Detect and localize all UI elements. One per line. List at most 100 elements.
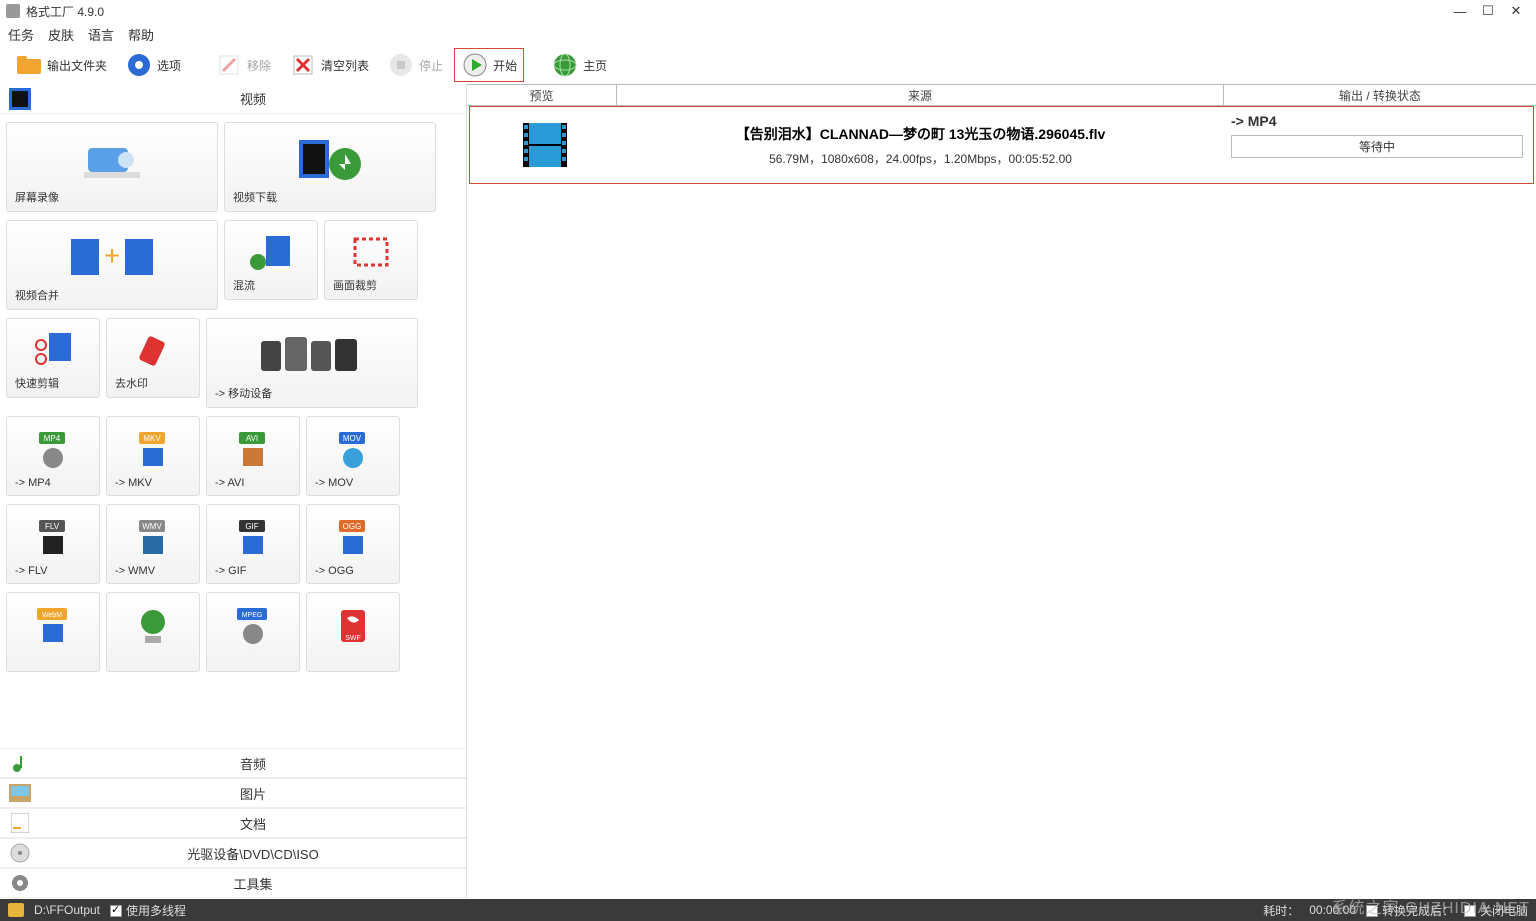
music-note-icon bbox=[0, 753, 40, 773]
output-path[interactable]: D:\FFOutput bbox=[34, 903, 100, 917]
tile-flv[interactable]: FLV-> FLV bbox=[6, 504, 100, 584]
col-source[interactable]: 来源 bbox=[617, 85, 1224, 105]
3gp-icon bbox=[133, 599, 173, 653]
tile-crop[interactable]: 画面裁剪 bbox=[324, 220, 418, 300]
crop-icon bbox=[351, 227, 391, 277]
folder-icon bbox=[15, 51, 43, 79]
ogg-icon: OGG bbox=[333, 511, 373, 565]
minimize-button[interactable]: — bbox=[1446, 4, 1474, 19]
svg-text:WMV: WMV bbox=[142, 522, 162, 531]
toolbar: 输出文件夹 选项 移除 清空列表 停止 开始 主页 bbox=[0, 46, 1536, 84]
avi-icon: AVI bbox=[233, 423, 273, 477]
svg-text:GIF: GIF bbox=[245, 522, 258, 531]
svg-text:FLV: FLV bbox=[45, 522, 60, 531]
menu-skin[interactable]: 皮肤 bbox=[48, 25, 74, 44]
clear-icon bbox=[289, 51, 317, 79]
col-preview[interactable]: 预览 bbox=[467, 85, 617, 105]
svg-text:MP4: MP4 bbox=[44, 434, 61, 443]
globe-icon bbox=[551, 51, 579, 79]
multithread-checkbox[interactable]: 使用多线程 bbox=[110, 902, 186, 919]
tile-ogg[interactable]: OGG-> OGG bbox=[306, 504, 400, 584]
tile-mux[interactable]: 混流 bbox=[224, 220, 318, 300]
camcorder-icon bbox=[82, 129, 142, 189]
flv-icon: FLV bbox=[33, 511, 73, 565]
film-thumbnail-icon bbox=[523, 123, 567, 167]
title-bar: 格式工厂 4.9.0 — ☐ ✕ bbox=[0, 0, 1536, 22]
shutdown-checkbox[interactable]: 关闭电脑 bbox=[1464, 902, 1528, 919]
download-icon bbox=[295, 129, 365, 189]
svg-text:WebM: WebM bbox=[42, 612, 62, 619]
mpeg-icon: MPEG bbox=[233, 599, 273, 653]
tile-video-download[interactable]: 视频下载 bbox=[224, 122, 436, 212]
mux-icon bbox=[248, 227, 294, 277]
tools-gear-icon bbox=[0, 873, 40, 893]
category-video-header[interactable]: 视频 bbox=[0, 84, 466, 114]
webm-icon: WebM bbox=[33, 599, 73, 653]
col-output[interactable]: 输出 / 转换状态 bbox=[1224, 85, 1536, 105]
menu-help[interactable]: 帮助 bbox=[128, 25, 154, 44]
home-button[interactable]: 主页 bbox=[544, 48, 614, 82]
stop-button[interactable]: 停止 bbox=[380, 48, 450, 82]
devices-icon bbox=[257, 325, 367, 385]
tile-mov[interactable]: MOV-> MOV bbox=[306, 416, 400, 496]
category-image-header[interactable]: 图片 bbox=[0, 778, 466, 808]
merge-icon: + bbox=[67, 227, 157, 287]
close-button[interactable]: ✕ bbox=[1502, 3, 1530, 19]
task-list-header: 预览 来源 输出 / 转换状态 bbox=[467, 84, 1536, 106]
tile-mp4[interactable]: MP4-> MP4 bbox=[6, 416, 100, 496]
gear-icon bbox=[125, 51, 153, 79]
video-tool-grid: 屏幕录像 视频下载 + 视频合并 bbox=[0, 114, 466, 748]
menu-lang[interactable]: 语言 bbox=[88, 25, 114, 44]
svg-text:MPEG: MPEG bbox=[242, 612, 263, 619]
category-document-header[interactable]: 文档 bbox=[0, 808, 466, 838]
disc-icon bbox=[0, 843, 40, 863]
tile-remove-watermark[interactable]: 去水印 bbox=[106, 318, 200, 398]
svg-text:MOV: MOV bbox=[343, 434, 362, 443]
tile-gif[interactable]: GIF-> GIF bbox=[206, 504, 300, 584]
tile-quick-cut[interactable]: 快速剪辑 bbox=[6, 318, 100, 398]
mov-icon: MOV bbox=[333, 423, 373, 477]
app-title: 格式工厂 4.9.0 bbox=[26, 3, 1446, 20]
eraser-icon bbox=[135, 325, 171, 375]
right-panel: 预览 来源 输出 / 转换状态 【告别泪水】CLANNAD—梦の町 13光玉の物… bbox=[467, 84, 1536, 898]
elapsed-label: 耗时： bbox=[1263, 902, 1299, 919]
swf-icon: SWF bbox=[333, 599, 373, 653]
tile-screen-record[interactable]: 屏幕录像 bbox=[6, 122, 218, 212]
menu-bar: 任务 皮肤 语言 帮助 bbox=[0, 22, 1536, 46]
tile-webm[interactable]: WebM bbox=[6, 592, 100, 672]
status-bar: D:\FFOutput 使用多线程 耗时： 00:00:00 转换完成后： 关闭… bbox=[0, 899, 1536, 921]
category-audio-header[interactable]: 音频 bbox=[0, 748, 466, 778]
svg-text:AVI: AVI bbox=[246, 434, 258, 443]
tile-video-merge[interactable]: + 视频合并 bbox=[6, 220, 218, 310]
svg-text:SWF: SWF bbox=[345, 635, 361, 642]
svg-text:MKV: MKV bbox=[143, 434, 161, 443]
svg-text:+: + bbox=[104, 240, 120, 271]
start-button[interactable]: 开始 bbox=[454, 48, 524, 82]
tile-mpeg[interactable]: MPEG bbox=[206, 592, 300, 672]
tile-wmv[interactable]: WMV-> WMV bbox=[106, 504, 200, 584]
remove-button[interactable]: 移除 bbox=[208, 48, 278, 82]
maximize-button[interactable]: ☐ bbox=[1474, 3, 1502, 19]
tile-swf[interactable]: SWF bbox=[306, 592, 400, 672]
picture-icon bbox=[0, 784, 40, 802]
task-status: 等待中 bbox=[1231, 135, 1523, 158]
task-filename: 【告别泪水】CLANNAD—梦の町 13光玉の物语.296045.flv bbox=[736, 124, 1106, 144]
menu-task[interactable]: 任务 bbox=[8, 25, 34, 44]
tile-mkv[interactable]: MKV-> MKV bbox=[106, 416, 200, 496]
clear-list-button[interactable]: 清空列表 bbox=[282, 48, 376, 82]
category-disc-header[interactable]: 光驱设备\DVD\CD\ISO bbox=[0, 838, 466, 868]
wmv-icon: WMV bbox=[133, 511, 173, 565]
tile-mobile-device[interactable]: -> 移动设备 bbox=[206, 318, 418, 408]
task-row[interactable]: 【告别泪水】CLANNAD—梦の町 13光玉の物语.296045.flv 56.… bbox=[469, 106, 1534, 184]
mp4-icon: MP4 bbox=[33, 423, 73, 477]
folder-small-icon[interactable] bbox=[8, 903, 24, 917]
tile-avi[interactable]: AVI-> AVI bbox=[206, 416, 300, 496]
options-button[interactable]: 选项 bbox=[118, 48, 188, 82]
after-complete-checkbox[interactable]: 转换完成后： bbox=[1366, 902, 1454, 919]
svg-text:OGG: OGG bbox=[343, 522, 362, 531]
remove-icon bbox=[215, 51, 243, 79]
output-folder-button[interactable]: 输出文件夹 bbox=[8, 48, 114, 82]
tile-3gp[interactable] bbox=[106, 592, 200, 672]
category-tools-header[interactable]: 工具集 bbox=[0, 868, 466, 898]
play-icon bbox=[461, 51, 489, 79]
